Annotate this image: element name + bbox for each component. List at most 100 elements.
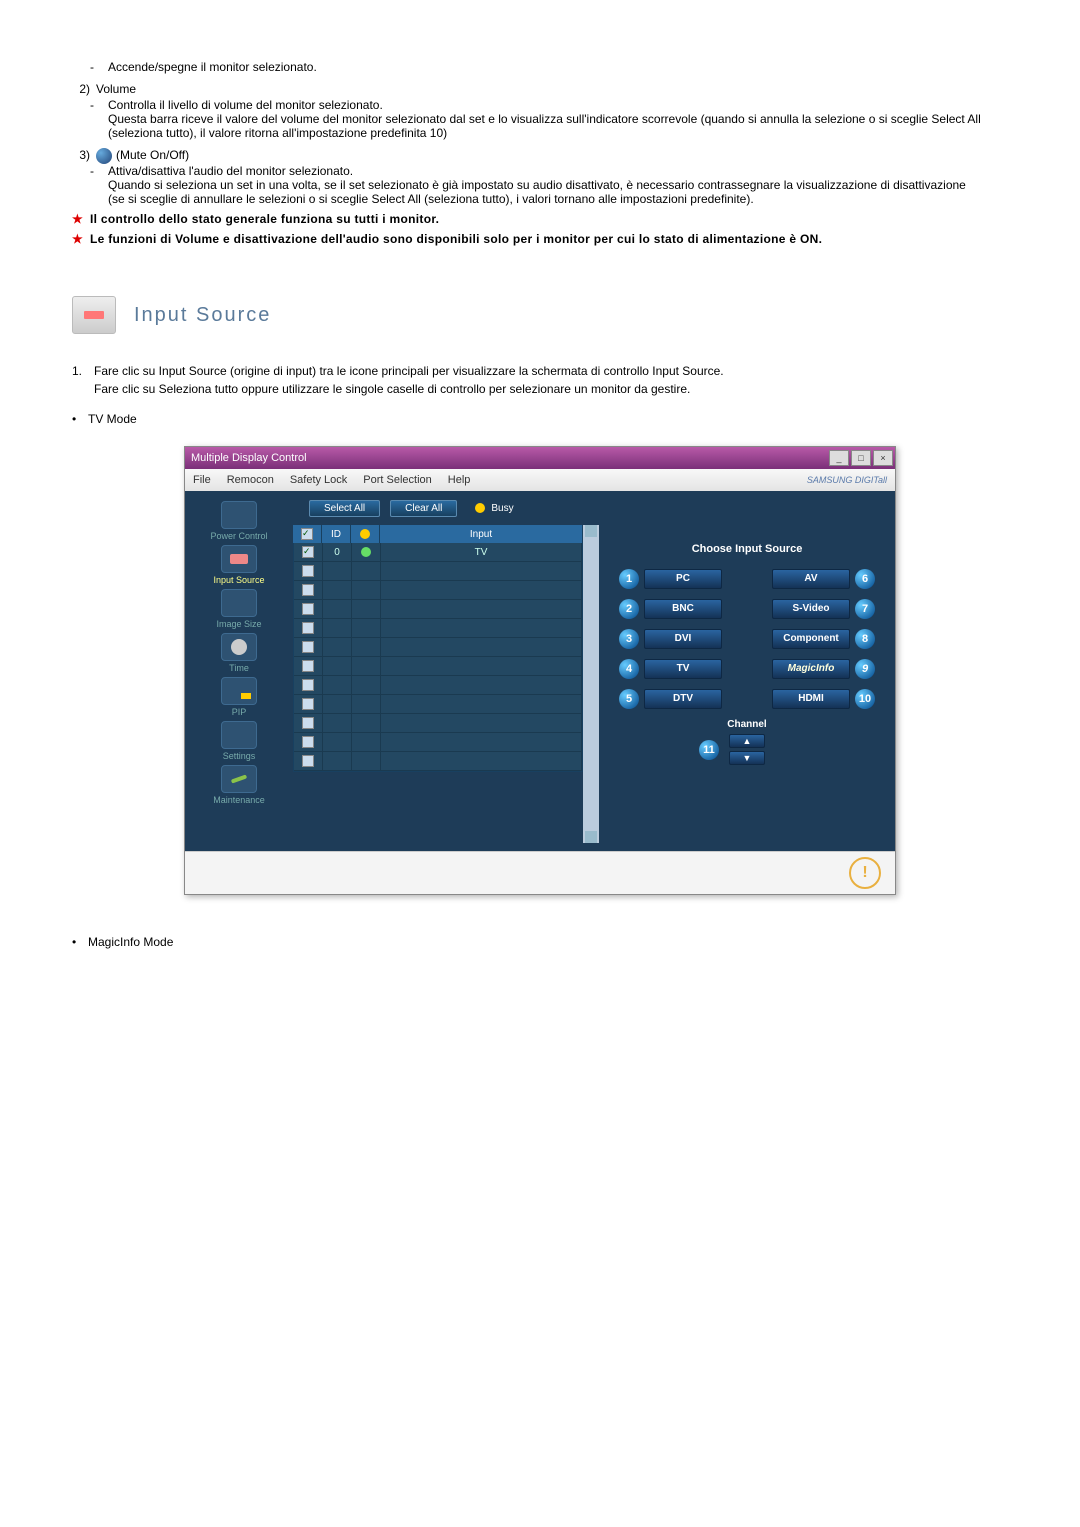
table-row[interactable]	[294, 695, 582, 714]
menu-remocon[interactable]: Remocon	[227, 474, 274, 486]
star2-text: Le funzioni di Volume e disattivazione d…	[90, 232, 1020, 246]
brand-label: SAMSUNG DIGITall	[807, 475, 887, 485]
item3-line2: Quando si seleziona un set in una volta,…	[108, 178, 1020, 192]
para2: Fare clic su Seleziona tutto oppure util…	[94, 382, 690, 396]
sidebar-item-image-size[interactable]: Image Size	[192, 589, 286, 629]
channel-up-button[interactable]: ▲	[729, 734, 765, 748]
sidebar-item-power[interactable]: Power Control	[192, 501, 286, 541]
settings-icon	[221, 721, 257, 749]
callout-2: 2	[619, 599, 639, 619]
callout-11: 11	[699, 740, 719, 760]
callout-9: 9	[855, 659, 875, 679]
sidebar-item-settings[interactable]: Settings	[192, 721, 286, 761]
source-magicinfo-button[interactable]: MagicInfo 9	[772, 659, 850, 679]
menu-help[interactable]: Help	[448, 474, 471, 486]
star-icon: ★	[72, 232, 90, 246]
channel-label: Channel	[607, 719, 887, 730]
item3-number: 3)	[60, 148, 96, 162]
table-row[interactable]	[294, 562, 582, 581]
section-title: Input Source	[134, 304, 271, 327]
callout-7: 7	[855, 599, 875, 619]
grid-header-id: ID	[322, 525, 351, 543]
callout-10: 10	[855, 689, 875, 709]
sidebar: Power Control Input Source Image Size Ti…	[185, 491, 293, 851]
table-row[interactable]	[294, 600, 582, 619]
source-tv-button[interactable]: 4 TV	[644, 659, 722, 679]
power-desc: - Accende/spegne il monitor selezionato.	[60, 60, 1020, 74]
source-av-button[interactable]: AV 6	[772, 569, 850, 589]
sidebar-item-pip[interactable]: PIP	[192, 677, 286, 717]
row-checkbox[interactable]	[302, 565, 314, 577]
item3-line3: (se si sceglie di annullare le selezioni…	[108, 192, 1020, 206]
callout-4: 4	[619, 659, 639, 679]
maximize-button[interactable]: □	[851, 450, 871, 466]
para1: Fare clic su Input Source (origine di in…	[94, 364, 724, 378]
toolbar: Select All Clear All Busy	[293, 491, 895, 525]
titlebar: Multiple Display Control _ □ ×	[185, 447, 895, 469]
menu-port-selection[interactable]: Port Selection	[363, 474, 431, 486]
source-svideo-button[interactable]: S-Video 7	[772, 599, 850, 619]
star1-text: Il controllo dello stato generale funzio…	[90, 212, 1020, 226]
source-bnc-button[interactable]: 2 BNC	[644, 599, 722, 619]
info-icon[interactable]: !	[849, 857, 881, 889]
time-icon	[221, 633, 257, 661]
bullet-icon: •	[72, 935, 88, 949]
grid-header-input: Input	[380, 525, 583, 543]
item3-line1: Attiva/disattiva l'audio del monitor sel…	[108, 164, 1020, 178]
sidebar-item-time[interactable]: Time	[192, 633, 286, 673]
callout-3: 3	[619, 629, 639, 649]
row-checkbox[interactable]	[302, 546, 314, 558]
callout-6: 6	[855, 569, 875, 589]
item2-label: Volume	[96, 82, 136, 96]
channel-down-button[interactable]: ▼	[729, 751, 765, 765]
table-row[interactable]	[294, 619, 582, 638]
scrollbar[interactable]	[583, 525, 599, 843]
image-size-icon	[221, 589, 257, 617]
input-source-icon	[221, 545, 257, 573]
table-row[interactable]: 0 TV	[294, 543, 582, 562]
callout-5: 5	[619, 689, 639, 709]
input-source-icon	[72, 296, 116, 334]
power-icon	[221, 501, 257, 529]
item2-number: 2)	[60, 82, 96, 96]
clear-all-button[interactable]: Clear All	[390, 500, 457, 517]
callout-1: 1	[619, 569, 639, 589]
sidebar-item-input-source[interactable]: Input Source	[192, 545, 286, 585]
table-row[interactable]	[294, 657, 582, 676]
para-num: 1.	[72, 364, 94, 378]
table-row[interactable]	[294, 733, 582, 752]
row-id: 0	[323, 543, 352, 561]
table-row[interactable]	[294, 752, 582, 771]
table-row[interactable]	[294, 676, 582, 695]
sidebar-item-maintenance[interactable]: Maintenance	[192, 765, 286, 805]
item2-line1: Controlla il livello di volume del monit…	[108, 98, 1020, 112]
select-all-button[interactable]: Select All	[309, 500, 380, 517]
mute-icon	[96, 148, 112, 164]
table-row[interactable]	[294, 714, 582, 733]
star-icon: ★	[72, 212, 90, 226]
source-dvi-button[interactable]: 3 DVI	[644, 629, 722, 649]
grid-header-check[interactable]	[293, 525, 322, 543]
bullet-icon: •	[72, 412, 88, 426]
source-component-button[interactable]: Component 8	[772, 629, 850, 649]
table-row[interactable]	[294, 638, 582, 657]
monitor-grid: ID Input 0 TV	[293, 525, 583, 843]
busy-dot-icon	[475, 503, 485, 513]
row-input: TV	[381, 543, 582, 561]
input-source-panel: Choose Input Source 1 PC AV 6 2	[607, 525, 887, 843]
menu-file[interactable]: File	[193, 474, 211, 486]
source-pc-button[interactable]: 1 PC	[644, 569, 722, 589]
item2-line2: Questa barra riceve il valore del volume…	[108, 112, 1020, 140]
table-row[interactable]	[294, 581, 582, 600]
menu-safety-lock[interactable]: Safety Lock	[290, 474, 347, 486]
dash: -	[90, 60, 108, 74]
close-button[interactable]: ×	[873, 450, 893, 466]
source-dtv-button[interactable]: 5 DTV	[644, 689, 722, 709]
item3-label: (Mute On/Off)	[116, 148, 189, 162]
statusbar: !	[185, 851, 895, 894]
tv-mode-label: TV Mode	[88, 412, 137, 426]
source-hdmi-button[interactable]: HDMI 10	[772, 689, 850, 709]
status-dot-icon	[361, 547, 371, 557]
minimize-button[interactable]: _	[829, 450, 849, 466]
busy-indicator: Busy	[475, 503, 513, 514]
